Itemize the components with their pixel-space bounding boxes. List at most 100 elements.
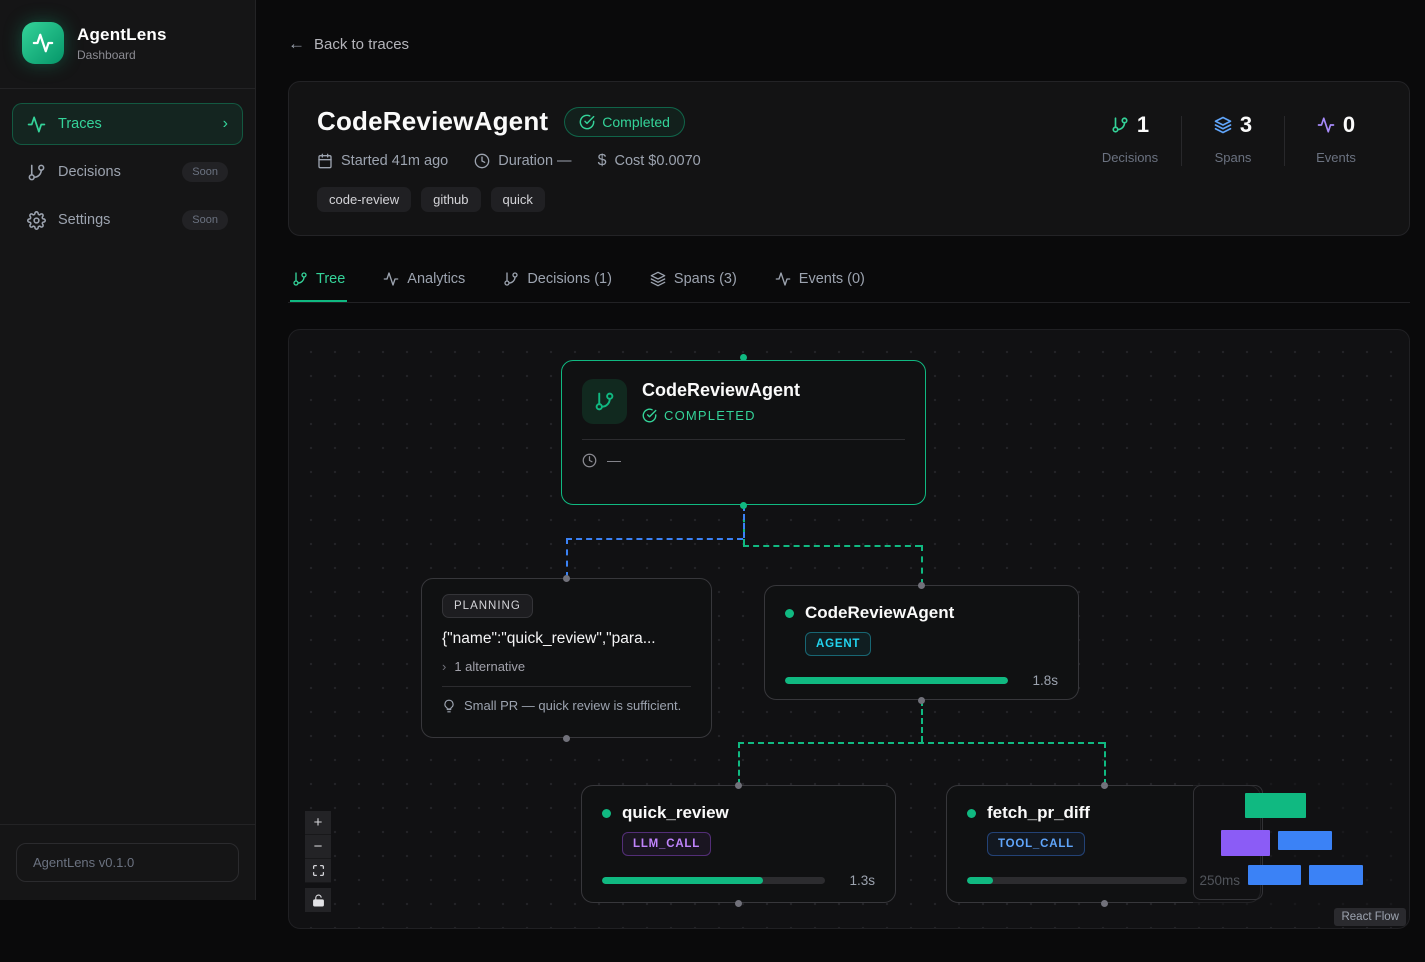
- flow-minimap[interactable]: [1193, 765, 1410, 912]
- alternatives-toggle[interactable]: › 1 alternative: [442, 659, 691, 674]
- duration-label: 1.3s: [837, 873, 875, 888]
- git-branch-icon: [503, 271, 519, 287]
- git-branch-icon: [1111, 116, 1129, 134]
- node-handle[interactable]: [918, 697, 925, 704]
- brand-subtitle: Dashboard: [77, 48, 167, 62]
- edge-agent-quick: [738, 742, 740, 785]
- sidebar-item-label: Settings: [58, 212, 110, 228]
- tab-events[interactable]: Events (0): [773, 262, 867, 302]
- status-dot: [967, 809, 976, 818]
- activity-icon: [383, 271, 399, 287]
- brand-name: AgentLens: [77, 25, 167, 45]
- status-badge: Completed: [564, 107, 685, 137]
- app-logo: [22, 22, 64, 64]
- minimap-node: [1278, 831, 1332, 850]
- sidebar-item-traces[interactable]: Traces ›: [12, 103, 243, 145]
- chevron-right-icon: ›: [223, 115, 228, 133]
- minimap-node: [1248, 865, 1301, 885]
- zoom-in-button[interactable]: +: [305, 811, 331, 835]
- git-branch-icon: [582, 379, 627, 424]
- brand: AgentLens Dashboard: [0, 0, 255, 88]
- node-handle[interactable]: [740, 502, 747, 509]
- back-label: Back to traces: [314, 36, 409, 53]
- node-decision-planning[interactable]: PLANNING {"name":"quick_review","para...…: [421, 578, 712, 738]
- minimap-node: [1221, 830, 1270, 856]
- fit-view-button[interactable]: [305, 859, 331, 883]
- activity-icon: [27, 115, 46, 134]
- edge-root-agent: [743, 545, 921, 547]
- react-flow-attribution[interactable]: React Flow: [1334, 908, 1406, 926]
- flow-canvas[interactable]: CodeReviewAgent COMPLETED —: [288, 329, 1410, 929]
- unlock-icon: [312, 894, 325, 907]
- sidebar: AgentLens Dashboard Traces › Decisions S…: [0, 0, 256, 900]
- decision-type-badge: PLANNING: [442, 594, 533, 618]
- tab-tree[interactable]: Tree: [290, 262, 347, 302]
- node-handle[interactable]: [735, 782, 742, 789]
- layers-icon: [650, 271, 666, 287]
- tab-analytics[interactable]: Analytics: [381, 262, 467, 302]
- detail-tabs: Tree Analytics Decisions (1) Spans (3): [288, 262, 1410, 303]
- zoom-out-button[interactable]: −: [305, 835, 331, 859]
- check-circle-icon: [579, 114, 595, 130]
- status-dot: [785, 609, 794, 618]
- root-node-duration: —: [607, 452, 621, 468]
- node-handle[interactable]: [740, 354, 747, 361]
- edge-agent-children: [921, 700, 923, 742]
- clock-icon: [474, 153, 490, 169]
- node-handle[interactable]: [735, 900, 742, 907]
- stat-spans: 3 Spans: [1188, 112, 1278, 165]
- calendar-icon: [317, 153, 333, 169]
- maximize-icon: [312, 864, 325, 877]
- edge-root-agent: [921, 545, 923, 585]
- git-branch-icon: [292, 271, 308, 287]
- span-type-badge: AGENT: [805, 632, 871, 656]
- tab-spans[interactable]: Spans (3): [648, 262, 739, 302]
- node-handle[interactable]: [918, 582, 925, 589]
- decision-value: {"name":"quick_review","para...: [442, 630, 691, 648]
- node-handle[interactable]: [563, 735, 570, 742]
- edge-root-decision: [566, 538, 568, 578]
- layers-icon: [1214, 116, 1232, 134]
- tag: quick: [491, 187, 545, 212]
- node-root-agent[interactable]: CodeReviewAgent COMPLETED —: [561, 360, 926, 505]
- lock-button[interactable]: [305, 888, 331, 912]
- node-span-quick-review[interactable]: quick_review LLM_CALL 1.3s: [581, 785, 896, 903]
- sidebar-item-decisions[interactable]: Decisions Soon: [12, 151, 243, 193]
- tab-decisions[interactable]: Decisions (1): [501, 262, 614, 302]
- lightbulb-icon: [442, 699, 456, 713]
- span-type-badge: LLM_CALL: [622, 832, 711, 856]
- edge-root-decision: [743, 505, 745, 538]
- stat-events: 0 Events: [1291, 112, 1381, 165]
- node-handle[interactable]: [1101, 900, 1108, 907]
- node-span-agent[interactable]: CodeReviewAgent AGENT 1.8s: [764, 585, 1079, 700]
- duration-bar: [602, 877, 825, 884]
- edge-agent-fetch: [1104, 742, 1106, 785]
- tag: code-review: [317, 187, 411, 212]
- back-to-traces-link[interactable]: ← Back to traces: [288, 34, 409, 54]
- sidebar-item-settings[interactable]: Settings Soon: [12, 199, 243, 241]
- tags-row: code-review github quick: [317, 187, 701, 212]
- status-dot: [602, 809, 611, 818]
- duration-label: 1.8s: [1020, 673, 1058, 688]
- soon-badge: Soon: [182, 162, 228, 182]
- cost-meta: $ Cost $0.0070: [598, 152, 701, 170]
- duration-bar: [967, 877, 1187, 884]
- app-version: AgentLens v0.1.0: [16, 843, 239, 882]
- sidebar-nav: Traces › Decisions Soon Settings Soon: [0, 89, 255, 255]
- sidebar-item-label: Traces: [58, 116, 102, 132]
- started-meta: Started 41m ago: [317, 153, 448, 169]
- stat-decisions: 1 Decisions: [1085, 112, 1175, 165]
- root-node-status: COMPLETED: [664, 408, 756, 423]
- duration-bar: [785, 677, 1008, 684]
- check-circle-icon: [642, 408, 657, 423]
- node-handle[interactable]: [1101, 782, 1108, 789]
- minimap-node: [1309, 865, 1363, 885]
- edge-root-decision: [566, 538, 743, 540]
- soon-badge: Soon: [182, 210, 228, 230]
- activity-icon: [1317, 116, 1335, 134]
- arrow-left-icon: ←: [288, 34, 305, 54]
- main-content: ← Back to traces CodeReviewAgent Complet…: [256, 0, 1425, 962]
- activity-icon: [32, 32, 54, 54]
- node-handle[interactable]: [563, 575, 570, 582]
- sidebar-footer: AgentLens v0.1.0: [0, 824, 255, 900]
